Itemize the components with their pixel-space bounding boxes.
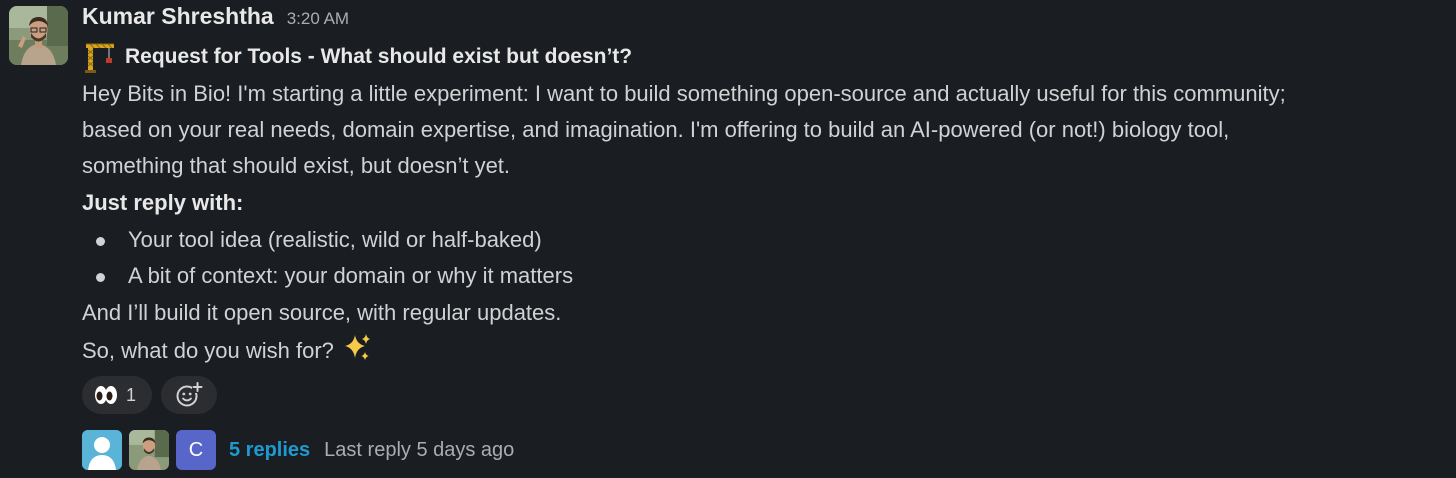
reaction-count: 1 [126,384,137,405]
participant-avatar [82,430,122,470]
author-name[interactable]: Kumar Shreshtha [82,3,274,30]
bullet-dot [96,273,105,282]
body-line-5: So, what do you wish for? [82,338,334,363]
body-line-4: And I’ll build it open source, with regu… [82,300,562,325]
bullet-item-2: A bit of context: your domain or why it … [128,263,574,288]
message-header: Kumar Shreshtha 3:20 AM [82,3,349,37]
body-bold-line: Just reply with: [82,190,244,215]
body-line-1: Hey Bits in Bio! I'm starting a little e… [82,81,1286,106]
sparkles-icon [344,334,370,360]
add-reaction-button[interactable] [161,376,217,414]
body-line-5-row: So, what do you wish for? [82,332,373,368]
message-title-text: Request for Tools - What should exist bu… [125,45,633,68]
participant-avatar-c: C [176,430,216,470]
message-timestamp[interactable]: 3:20 AM [287,9,349,29]
participant-avatar [129,430,169,470]
author-photo [129,430,169,470]
last-reply-text: Last reply 5 days ago [324,438,515,461]
eyes-icon [95,386,117,404]
thread-summary[interactable]: C 5 replies Last reply 5 days ago [82,428,514,472]
body-line-2: based on your real needs, domain experti… [82,117,1230,142]
body-line-3: something that should exist, but doesn’t… [82,153,511,178]
bullet-item-1: Your tool idea (realistic, wild or half-… [128,227,542,252]
person-placeholder-icon [82,430,122,470]
author-avatar[interactable] [9,6,68,65]
message-title: Request for Tools - What should exist bu… [82,40,632,74]
reaction-eyes[interactable]: 1 [82,376,152,414]
add-reaction-icon [176,382,203,407]
construction-crane-icon [85,43,114,73]
chat-message: Kumar Shreshtha 3:20 AM Request for Tool… [0,0,1456,478]
author-photo [9,6,68,65]
bullet-dot [96,237,105,246]
replies-link[interactable]: 5 replies [229,439,310,462]
